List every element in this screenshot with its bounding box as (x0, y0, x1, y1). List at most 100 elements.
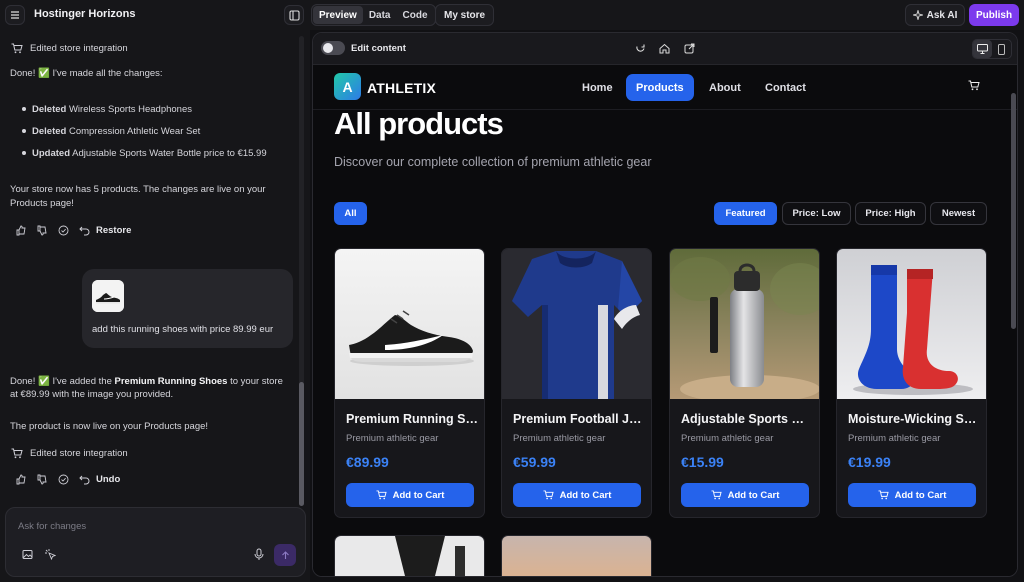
undo-icon (79, 226, 90, 236)
cart-icon (878, 490, 889, 500)
mobile-icon (998, 43, 1005, 55)
check-circle-icon[interactable] (58, 225, 69, 236)
site-nav: A ATHLETIX Home Products About Contact (313, 66, 1017, 110)
attached-shoe-image[interactable] (92, 280, 124, 312)
arrow-up-icon (281, 550, 289, 559)
visual-edit-icon[interactable] (45, 549, 56, 560)
refresh-icon[interactable] (635, 43, 646, 54)
tab-preview[interactable]: Preview (313, 6, 363, 24)
product-price: €89.99 (346, 454, 389, 470)
top-bar: Hostinger Horizons Preview Data Code My … (0, 0, 1024, 30)
thumbs-up-icon[interactable] (16, 225, 27, 236)
tab-data[interactable]: Data (363, 6, 397, 24)
assistant-reply-line-2: at €89.99 with the image you provided. (10, 389, 174, 400)
product-name[interactable]: Adjustable Sports Water Bottle (681, 412, 813, 426)
product-card-partial[interactable] (334, 535, 485, 576)
chat-panel: Edited store integration Done! ✅ I've ma… (0, 30, 310, 582)
chat-input-box (5, 507, 306, 577)
external-link-icon[interactable] (684, 43, 695, 54)
undo-button[interactable]: Undo (79, 474, 120, 485)
device-switcher (972, 39, 1012, 59)
add-to-cart-label: Add to Cart (894, 489, 947, 501)
product-name[interactable]: Premium Running Shoes (346, 412, 478, 426)
sidebar-icon (288, 9, 300, 21)
product-image-football-jersey[interactable] (502, 249, 651, 399)
assistant-reply-line-3: The product is now live on your Products… (10, 421, 209, 432)
add-to-cart-label: Add to Cart (559, 489, 612, 501)
chat-input[interactable] (18, 518, 288, 534)
product-desc: Premium athletic gear (346, 433, 439, 444)
undo-icon (79, 475, 90, 485)
cart-icon[interactable] (968, 80, 980, 91)
add-to-cart-button[interactable]: Add to Cart (513, 483, 641, 507)
chat-scrollbar-thumb[interactable] (299, 382, 304, 506)
nav-products[interactable]: Products (626, 74, 694, 101)
add-to-cart-label: Add to Cart (392, 489, 445, 501)
edit-content-toggle[interactable] (321, 41, 345, 55)
check-circle-icon[interactable] (58, 474, 69, 485)
sort-featured[interactable]: Featured (714, 202, 777, 225)
preview-panel: Edit content A ATHLETIX Home Products Ab… (312, 32, 1018, 577)
nav-contact[interactable]: Contact (755, 74, 816, 101)
add-to-cart-button[interactable]: Add to Cart (681, 483, 809, 507)
thumbs-up-icon[interactable] (16, 474, 27, 485)
filter-all[interactable]: All (334, 202, 367, 225)
product-image-sport-socks[interactable] (837, 249, 986, 399)
product-price: €19.99 (848, 454, 891, 470)
menu-button[interactable] (5, 5, 25, 25)
site-logo[interactable]: A (334, 73, 361, 100)
product-name[interactable]: Moisture-Wicking Socks (848, 412, 980, 426)
nav-about[interactable]: About (699, 74, 751, 101)
menu-icon (11, 11, 19, 19)
product-desc: Premium athletic gear (513, 433, 606, 444)
cart-icon (543, 490, 554, 500)
product-card[interactable]: Moisture-Wicking Socks Premium athletic … (836, 248, 987, 518)
publish-button[interactable]: Publish (969, 4, 1019, 26)
restore-button[interactable]: Restore (79, 225, 131, 236)
add-to-cart-button[interactable]: Add to Cart (848, 483, 976, 507)
product-card[interactable]: Premium Football Jersey Premium athletic… (501, 248, 652, 518)
preview-toolbar: Edit content (313, 33, 1017, 65)
assistant-reply-line-1: Done! ✅ I've added the Premium Running S… (10, 376, 283, 387)
thumbs-down-icon[interactable] (37, 474, 48, 485)
sort-newest[interactable]: Newest (930, 202, 987, 225)
toggle-sidebar-button[interactable] (284, 5, 304, 25)
edit-meta-label: Edited store integration (30, 448, 128, 459)
list-item: Updated Adjustable Sports Water Bottle p… (22, 142, 267, 164)
ask-ai-button[interactable]: Ask AI (905, 4, 965, 26)
cart-icon (11, 448, 23, 459)
send-button[interactable] (274, 544, 296, 566)
message-actions: Restore (16, 225, 131, 236)
user-message: add this running shoes with price 89.99 … (82, 269, 293, 348)
product-image-water-bottle[interactable] (670, 249, 819, 399)
my-store-button[interactable]: My store (435, 4, 495, 26)
product-image-running-shoe[interactable] (335, 249, 484, 399)
store-site: A ATHLETIX Home Products About Contact A… (313, 66, 1017, 576)
product-name[interactable]: Premium Football Jersey (513, 412, 645, 426)
restore-label: Restore (96, 225, 132, 236)
nav-home[interactable]: Home (572, 74, 623, 101)
page-subtitle: Discover our complete collection of prem… (334, 155, 652, 169)
cart-icon (11, 43, 23, 54)
product-card[interactable]: Premium Running Shoes Premium athletic g… (334, 248, 485, 518)
mobile-view-button[interactable] (992, 40, 1011, 58)
sort-price-low[interactable]: Price: Low (782, 202, 851, 225)
home-icon[interactable] (659, 43, 670, 54)
product-card-partial[interactable] (501, 535, 652, 576)
product-desc: Premium athletic gear (848, 433, 941, 444)
add-to-cart-button[interactable]: Add to Cart (346, 483, 474, 507)
message-actions-2: Undo (16, 474, 120, 485)
thumbs-down-icon[interactable] (37, 225, 48, 236)
sort-price-high[interactable]: Price: High (855, 202, 926, 225)
product-card[interactable]: Adjustable Sports Water Bottle Premium a… (669, 248, 820, 518)
edit-content-label: Edit content (351, 43, 406, 54)
tab-code[interactable]: Code (397, 6, 434, 24)
desktop-view-button[interactable] (973, 40, 992, 58)
preview-scrollbar[interactable] (1011, 93, 1016, 329)
image-upload-icon[interactable] (22, 549, 33, 560)
site-brand[interactable]: ATHLETIX (367, 80, 436, 96)
microphone-icon[interactable] (254, 548, 264, 561)
page-title: All products (334, 106, 504, 141)
user-message-text: add this running shoes with price 89.99 … (92, 324, 274, 335)
changes-list: Deleted Wireless Sports Headphones Delet… (22, 98, 267, 164)
